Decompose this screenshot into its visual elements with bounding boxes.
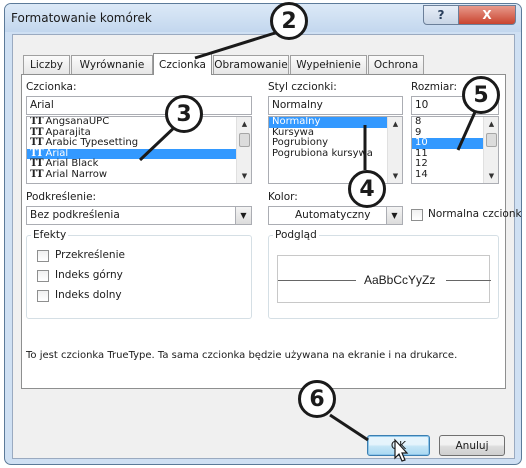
color-select[interactable]: Automatyczny ▼ (268, 206, 403, 225)
underline-label: Podkreślenie: (26, 191, 97, 203)
truetype-icon: TT (30, 168, 43, 180)
scroll-up-icon[interactable]: ▲ (484, 117, 498, 131)
color-label: Kolor: (268, 191, 298, 203)
style-list-scrollbar[interactable]: ▲ ▼ (387, 117, 402, 183)
font-name-input[interactable]: Arial (26, 96, 252, 115)
callout-6: 6 (298, 380, 336, 418)
superscript-label: Indeks górny (55, 269, 123, 281)
font-list[interactable]: TT AngsanaUPC TT Aparajita TT Arabic Typese… (26, 116, 252, 184)
effects-group: Efekty Przekreślenie Indeks górny Indeks… (26, 229, 252, 319)
close-button[interactable]: X (458, 5, 516, 25)
tab-wypelnienie[interactable]: Wypełnienie (290, 55, 367, 74)
truetype-icon: TT (30, 116, 43, 127)
callout-2: 2 (270, 2, 308, 40)
size-list[interactable]: 8 9 10 11 12 14 ▲ ▼ (411, 116, 499, 184)
underline-select-value: Bez podkreślenia (30, 209, 120, 221)
tab-czcionka[interactable]: Czcionka (153, 53, 212, 75)
preview-sample-text: AaBbCcYyZz (364, 273, 436, 287)
subscript-label: Indeks dolny (55, 289, 122, 301)
scroll-down-icon[interactable]: ▼ (237, 169, 251, 183)
tab-obramowanie[interactable]: Obramowanie (213, 55, 289, 74)
tab-ochrona[interactable]: Ochrona (368, 55, 424, 74)
chevron-down-icon[interactable]: ▼ (386, 207, 402, 224)
scroll-thumb[interactable] (486, 133, 497, 147)
underline-select[interactable]: Bez podkreślenia ▼ (26, 206, 252, 225)
normal-font-checkbox[interactable] (411, 209, 423, 221)
ok-button[interactable]: OK (367, 435, 430, 456)
dialog-body: Liczby Wyrównanie Czcionka Obramowanie W… (12, 34, 521, 459)
size-label: Rozmiar: (411, 81, 458, 93)
strikethrough-checkbox[interactable] (37, 250, 49, 262)
font-label: Czcionka: (26, 81, 77, 93)
color-select-value: Automatyczny (295, 209, 371, 221)
preview-title: Podgląd (273, 229, 319, 241)
style-list[interactable]: Normalny Kursywa Pogrubiony Pogrubiona k… (268, 116, 403, 184)
effects-title: Efekty (31, 229, 69, 241)
callout-4: 4 (348, 170, 386, 208)
truetype-note: To jest czcionka TrueType. Ta sama czcio… (26, 350, 458, 361)
style-list-item-selected[interactable]: Normalny (269, 117, 402, 128)
preview-group: Podgląd AaBbCcYyZz (268, 229, 499, 319)
scroll-down-icon[interactable]: ▼ (388, 169, 402, 183)
tab-wyrownanie[interactable]: Wyrównanie (71, 55, 153, 74)
callout-3: 3 (165, 95, 203, 133)
tab-liczby[interactable]: Liczby (23, 55, 70, 74)
normal-font-label: Normalna czcionka (428, 208, 522, 220)
title-bar: Formatowanie komórek ? X (5, 4, 521, 32)
cancel-button[interactable]: Anuluj (439, 435, 505, 456)
help-button[interactable]: ? (423, 5, 459, 25)
style-list-item[interactable]: Pogrubiona kursywa (269, 148, 402, 160)
format-cells-dialog: Formatowanie komórek ? X Liczby Wyrównan… (4, 3, 522, 465)
scroll-thumb[interactable] (239, 133, 250, 147)
scroll-down-icon[interactable]: ▼ (484, 169, 498, 183)
subscript-checkbox[interactable] (37, 290, 49, 302)
font-list-scrollbar[interactable]: ▲ ▼ (236, 117, 251, 183)
superscript-checkbox[interactable] (37, 270, 49, 282)
preview-baseline (278, 280, 356, 281)
chevron-down-icon[interactable]: ▼ (235, 207, 251, 224)
preview-baseline (446, 280, 491, 281)
strikethrough-label: Przekreślenie (55, 249, 125, 261)
dialog-title: Formatowanie komórek (11, 11, 152, 25)
scroll-up-icon[interactable]: ▲ (388, 117, 402, 131)
font-list-item[interactable]: TT AngsanaUPC (27, 117, 251, 128)
font-tab-panel: Czcionka: Arial TT AngsanaUPC TT Aparajita… (21, 74, 521, 389)
callout-5: 5 (462, 76, 500, 114)
style-label: Styl czcionki: (268, 81, 337, 93)
style-input[interactable]: Normalny (268, 96, 403, 115)
preview-box: AaBbCcYyZz (277, 255, 491, 303)
size-list-scrollbar[interactable]: ▲ ▼ (483, 117, 498, 183)
font-list-item[interactable]: TT Arial Narrow (27, 168, 251, 181)
scroll-up-icon[interactable]: ▲ (237, 117, 251, 131)
